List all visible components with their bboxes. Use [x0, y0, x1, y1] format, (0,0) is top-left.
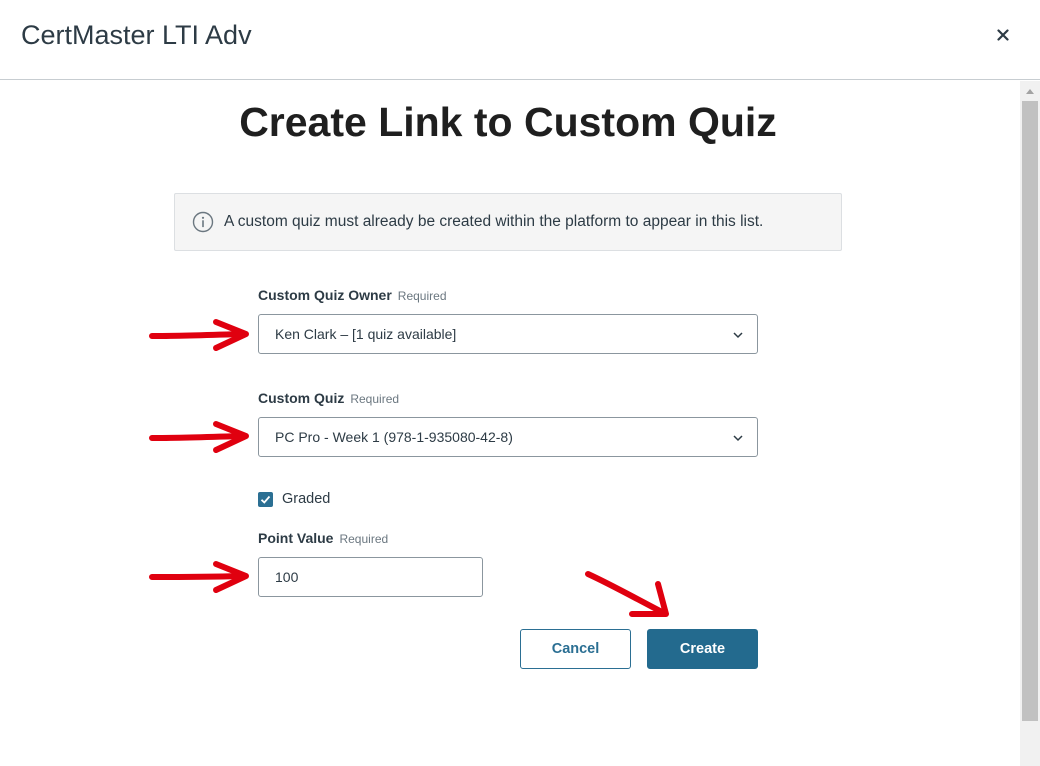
- chevron-down-icon: [731, 328, 745, 342]
- close-button[interactable]: [990, 22, 1016, 48]
- annotation-arrow-points: [149, 561, 249, 593]
- annotation-arrow-owner: [149, 319, 249, 351]
- cancel-button[interactable]: Cancel: [520, 629, 631, 669]
- vertical-scrollbar[interactable]: [1020, 81, 1040, 766]
- close-icon: [997, 29, 1009, 41]
- modal-title: CertMaster LTI Adv: [21, 20, 252, 50]
- owner-select-value: Ken Clark – [1 quiz available]: [275, 326, 457, 342]
- page-title: Create Link to Custom Quiz: [239, 99, 777, 145]
- info-icon: [192, 211, 214, 233]
- quiz-select-value: PC Pro - Week 1 (978-1-935080-42-8): [275, 429, 513, 445]
- triangle-up-icon: [1026, 89, 1034, 94]
- owner-select[interactable]: Ken Clark – [1 quiz available]: [258, 314, 758, 354]
- quiz-label-text: Custom Quiz: [258, 390, 345, 406]
- graded-checkbox-row: Graded: [258, 491, 330, 507]
- info-message: A custom quiz must already be created wi…: [224, 213, 764, 230]
- scroll-up-button[interactable]: [1020, 81, 1040, 101]
- scrollbar-thumb[interactable]: [1022, 101, 1038, 721]
- modal-header: CertMaster LTI Adv: [0, 0, 1040, 80]
- graded-label: Graded: [282, 491, 331, 507]
- owner-label-text: Custom Quiz Owner: [258, 287, 392, 303]
- owner-required-hint: Required: [397, 289, 447, 303]
- info-alert: A custom quiz must already be created wi…: [174, 193, 842, 251]
- point-value-text: 100: [275, 569, 299, 585]
- owner-label: Custom Quiz Owner Required: [258, 287, 447, 303]
- quiz-label: Custom Quiz Required: [258, 390, 399, 406]
- quiz-select[interactable]: PC Pro - Week 1 (978-1-935080-42-8): [258, 417, 758, 457]
- annotation-arrow-quiz: [149, 421, 249, 453]
- chevron-down-icon: [731, 431, 745, 445]
- modal-body: Create Link to Custom Quiz A custom quiz…: [0, 81, 1020, 766]
- annotation-arrow-create: [585, 571, 669, 617]
- graded-checkbox[interactable]: [258, 491, 273, 507]
- points-required-hint: Required: [339, 532, 389, 546]
- points-label: Point Value Required: [258, 530, 388, 546]
- point-value-input[interactable]: 100: [258, 557, 483, 597]
- checkmark-icon: [260, 495, 271, 504]
- create-button[interactable]: Create: [647, 629, 758, 669]
- points-label-text: Point Value: [258, 530, 334, 546]
- quiz-required-hint: Required: [350, 392, 400, 406]
